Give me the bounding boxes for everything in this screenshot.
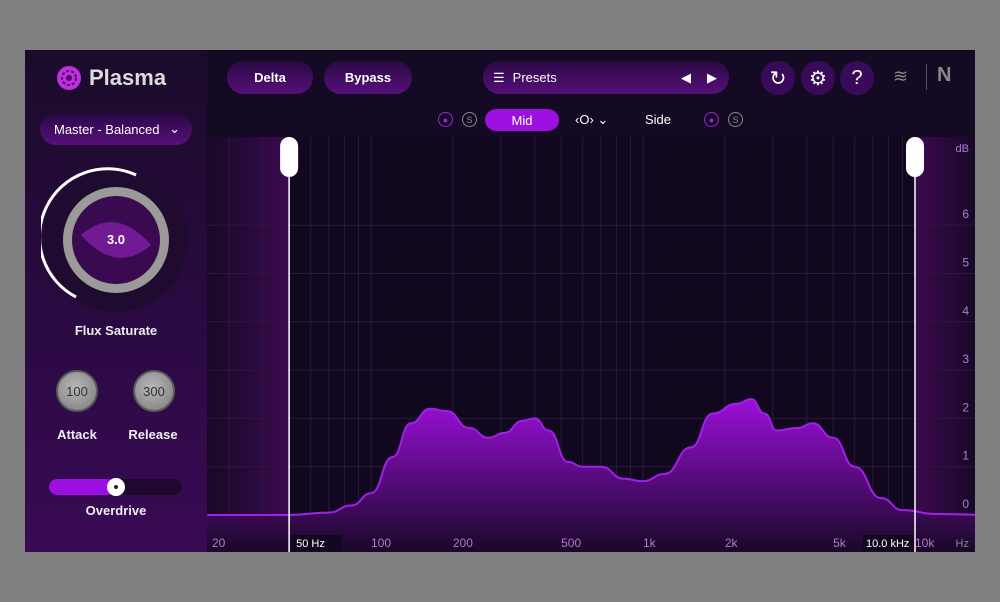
y-tick-label: 2 — [962, 400, 969, 414]
y-tick-label: 5 — [962, 256, 969, 270]
spectrum-display[interactable]: 6 5 4 3 2 1 0 dB 20 100 200 500 1k 2k 5k 10k Hz 50 Hz 10.0… — [207, 137, 975, 552]
help-button[interactable]: ? — [840, 61, 874, 95]
x-tick-label: 20 — [212, 536, 226, 550]
high-cut-zone — [915, 137, 975, 552]
link-toggle[interactable]: ‹O› ⌄ — [575, 112, 608, 128]
high-cut-label: 10.0 kHz — [866, 538, 909, 550]
overdrive-slider[interactable] — [49, 479, 182, 495]
divider — [926, 64, 927, 90]
side-solo-button[interactable]: S — [728, 112, 743, 127]
y-tick-label: 1 — [962, 449, 969, 463]
preset-select-value: Master - Balanced — [54, 122, 160, 137]
x-tick-label: 2k — [725, 536, 739, 550]
x-tick-label: 5k — [833, 536, 847, 550]
ni-logo-icon: N — [937, 64, 951, 87]
prev-preset-icon[interactable]: ◀ — [681, 70, 691, 86]
y-tick-label: 0 — [962, 497, 969, 511]
x-axis-label: Hz — [956, 538, 969, 550]
plasma-plugin: Plasma Master - Balanced ⌄ 3.0 Flux Satu… — [25, 50, 975, 552]
gear-icon: ⚙ — [809, 66, 827, 91]
x-tick-label: 500 — [561, 536, 581, 550]
attack-label: Attack — [47, 427, 107, 442]
side-mute-icon[interactable]: ● — [704, 112, 719, 127]
help-icon: ? — [851, 67, 862, 90]
next-preset-icon[interactable]: ▶ — [707, 70, 717, 86]
x-tick-label: 1k — [643, 536, 657, 550]
spectrum-chart: 6 5 4 3 2 1 0 dB 20 100 200 500 1k 2k 5k 10k Hz 50 Hz 10.0… — [207, 137, 975, 552]
release-label: Release — [123, 427, 183, 442]
plasma-logo-icon — [55, 64, 83, 92]
link-icon: ‹O› — [575, 112, 594, 127]
flux-saturate-knob[interactable]: 3.0 — [41, 165, 191, 315]
logo: Plasma — [55, 64, 166, 92]
x-tick-label: 200 — [453, 536, 473, 550]
chevron-down-icon: ⌄ — [597, 112, 608, 127]
app-name: Plasma — [89, 65, 166, 91]
x-tick-label: 10k — [915, 536, 935, 550]
flux-saturate-label: Flux Saturate — [25, 323, 207, 338]
x-tick-label: 100 — [371, 536, 391, 550]
attack-knob[interactable]: 100 — [56, 370, 98, 412]
preset-select[interactable]: Master - Balanced ⌄ — [40, 113, 192, 145]
knob-value: 3.0 — [41, 232, 191, 247]
history-button[interactable]: ↻ — [761, 61, 795, 95]
y-tick-label: 4 — [962, 304, 969, 318]
list-icon: ☰ — [493, 70, 505, 86]
y-axis-label: dB — [956, 143, 969, 155]
y-tick-label: 6 — [962, 207, 969, 221]
overdrive-label: Overdrive — [25, 503, 207, 518]
presets-bar[interactable]: ☰ Presets ◀ ▶ — [483, 61, 729, 94]
delta-button[interactable]: Delta — [227, 61, 313, 94]
low-cut-zone — [207, 137, 289, 552]
history-icon: ↻ — [770, 66, 787, 91]
sidebar: Plasma Master - Balanced ⌄ 3.0 Flux Satu… — [25, 50, 207, 552]
low-cut-label: 50 Hz — [296, 538, 325, 550]
side-tab[interactable]: Side — [645, 112, 671, 127]
settings-button[interactable]: ⚙ — [801, 61, 835, 95]
low-cut-handle[interactable] — [280, 137, 298, 177]
presets-label: Presets — [513, 70, 557, 85]
release-knob[interactable]: 300 — [133, 370, 175, 412]
izotope-logo-icon: ≋ — [893, 66, 908, 87]
bypass-button[interactable]: Bypass — [324, 61, 412, 94]
mid-solo-button[interactable]: S — [462, 112, 477, 127]
overdrive-handle[interactable] — [107, 478, 125, 496]
high-cut-handle[interactable] — [906, 137, 924, 177]
spectrum-fill — [207, 399, 975, 552]
mid-mute-icon[interactable]: ● — [438, 112, 453, 127]
overdrive-fill — [49, 479, 116, 495]
chevron-down-icon: ⌄ — [169, 121, 180, 137]
mid-tab[interactable]: Mid — [485, 109, 559, 131]
y-tick-label: 3 — [962, 352, 969, 366]
